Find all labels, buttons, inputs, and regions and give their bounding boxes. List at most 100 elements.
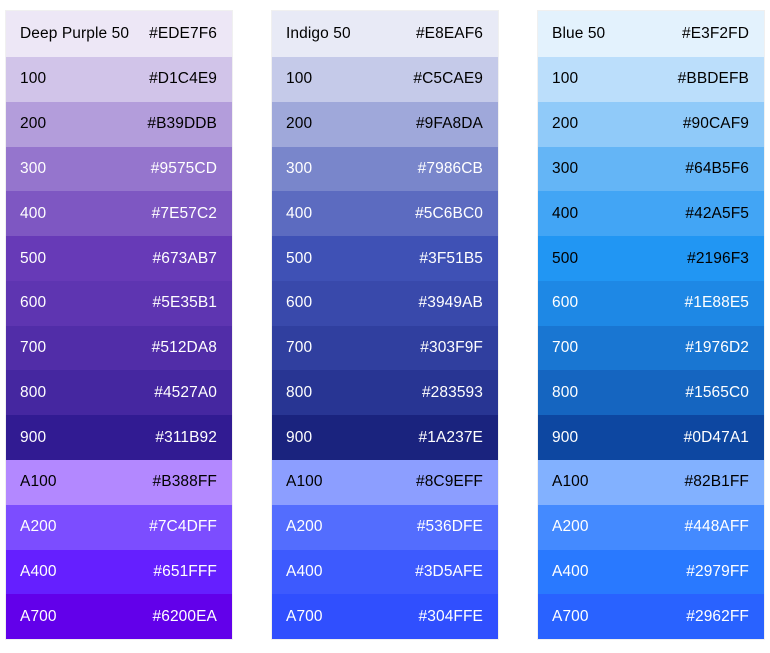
swatch-hex-code: #6200EA <box>152 607 217 625</box>
swatch-shade: 200 <box>20 115 47 133</box>
swatch-shade: 100 <box>20 70 47 88</box>
color-swatch: 900 #0D47A1 <box>538 415 764 460</box>
swatch-shade: 600 <box>20 294 47 312</box>
color-swatch: 200 #9FA8DA <box>272 101 498 147</box>
color-swatch: 700 #512DA8 <box>6 325 232 371</box>
swatch-hex-code: #3D5AFE <box>415 562 483 580</box>
swatch-hex-code: #C5CAE9 <box>413 70 483 88</box>
color-swatch: A200 #7C4DFF <box>6 504 232 550</box>
swatch-hex-code: #311B92 <box>155 428 217 446</box>
swatch-hex-code: #9575CD <box>150 160 217 178</box>
color-swatch: A400 #2979FF <box>538 549 764 595</box>
swatch-hex-code: #4527A0 <box>154 383 217 401</box>
color-swatch: 200 #90CAF9 <box>538 101 764 147</box>
color-swatch: 800 #4527A0 <box>6 370 232 416</box>
swatch-hex-code: #5E35B1 <box>152 294 217 312</box>
swatch-hex-code: #651FFF <box>153 562 217 580</box>
swatch-shade: 200 <box>286 115 313 133</box>
swatch-shade: A700 <box>552 607 589 625</box>
color-swatch: 900 #311B92 <box>6 415 232 460</box>
swatch-shade: A100 <box>286 473 323 491</box>
color-swatch: 700 #1976D2 <box>538 325 764 371</box>
swatch-shade: 300 <box>552 160 579 178</box>
color-swatch: 500 #673AB7 <box>6 236 232 281</box>
swatch-hex-code: #2962FF <box>686 607 749 625</box>
palette-header-swatch: Deep Purple 50 #EDE7F6 <box>6 11 232 58</box>
swatch-shade: 400 <box>552 204 579 222</box>
color-swatch: 100 #D1C4E9 <box>6 57 232 102</box>
swatch-hex-code: #BBDEFB <box>677 70 749 88</box>
swatch-hex-code: #D1C4E9 <box>149 70 217 88</box>
color-swatch: 200 #B39DDB <box>6 101 232 147</box>
color-swatch: 100 #BBDEFB <box>538 57 764 102</box>
swatch-shade: A700 <box>20 607 57 625</box>
swatch-shade: 800 <box>20 383 47 401</box>
swatch-hex-code: #7986CB <box>417 160 483 178</box>
swatch-hex-code: #8C9EFF <box>415 473 483 491</box>
swatch-shade: A200 <box>286 518 323 536</box>
palette-name: Indigo 50 <box>286 25 351 43</box>
color-swatch: 400 #42A5F5 <box>538 191 764 237</box>
swatch-shade: 400 <box>20 204 47 222</box>
color-swatch: 400 #7E57C2 <box>6 191 232 237</box>
palette-blue: Blue 50 #E3F2FD 100 #BBDEFB 200 #90CAF9 300 #64… <box>538 11 764 640</box>
swatch-shade: 200 <box>552 115 579 133</box>
color-swatch: A100 #8C9EFF <box>272 460 498 505</box>
color-swatch: A100 #B388FF <box>6 460 232 505</box>
palette-indigo: Indigo 50 #E8EAF6 100 #C5CAE9 200 #9FA8DA 300 #… <box>272 11 498 640</box>
swatch-shade: 900 <box>20 428 47 446</box>
swatch-hex-code: #536DFE <box>416 518 483 536</box>
swatch-hex-code: #673AB7 <box>152 249 217 267</box>
color-swatch: 800 #283593 <box>272 370 498 416</box>
swatch-shade: 300 <box>286 160 313 178</box>
color-swatch: 500 #2196F3 <box>538 236 764 281</box>
color-swatch: 400 #5C6BC0 <box>272 191 498 237</box>
swatch-shade: 900 <box>552 428 579 446</box>
swatch-hex-code: #3F51B5 <box>419 249 483 267</box>
color-swatch: 700 #303F9F <box>272 325 498 371</box>
swatch-shade: 300 <box>20 160 47 178</box>
color-swatch: 100 #C5CAE9 <box>272 57 498 102</box>
swatch-hex-code: #0D47A1 <box>683 428 749 446</box>
swatch-shade: A400 <box>286 562 323 580</box>
swatch-shade: A400 <box>20 562 57 580</box>
swatch-hex-code: #1A237E <box>418 428 483 446</box>
swatch-hex-code: #7E57C2 <box>151 204 217 222</box>
color-swatch: 900 #1A237E <box>272 415 498 460</box>
palette-header-swatch: Indigo 50 #E8EAF6 <box>272 11 498 58</box>
color-swatch: 300 #7986CB <box>272 146 498 192</box>
swatch-hex-code: #448AFF <box>684 518 749 536</box>
swatch-hex-code: #B39DDB <box>147 115 217 133</box>
color-swatch: 300 #9575CD <box>6 146 232 192</box>
color-swatch: A400 #3D5AFE <box>272 549 498 595</box>
swatch-shade: 400 <box>286 204 313 222</box>
palette-header-swatch: Blue 50 #E3F2FD <box>538 11 764 58</box>
swatch-shade: 600 <box>552 294 579 312</box>
palette-name: Blue 50 <box>552 25 606 43</box>
swatch-hex-code: #283593 <box>421 383 483 401</box>
swatch-hex-code: #90CAF9 <box>682 115 749 133</box>
swatch-shade: 500 <box>20 249 47 267</box>
swatch-hex-code: #512DA8 <box>151 339 217 357</box>
swatch-hex-code: #5C6BC0 <box>415 204 483 222</box>
swatch-shade: 100 <box>286 70 313 88</box>
swatch-hex-code: #1565C0 <box>685 383 749 401</box>
swatch-hex-code: #1E88E5 <box>684 294 749 312</box>
swatch-shade: A200 <box>20 518 57 536</box>
swatch-shade: 500 <box>552 249 579 267</box>
swatch-shade: 700 <box>552 339 579 357</box>
swatch-hex-code: #E3F2FD <box>681 25 749 43</box>
palette-deep-purple: Deep Purple 50 #EDE7F6 100 #D1C4E9 200 #B39DD… <box>6 11 232 640</box>
swatch-hex-code: #304FFE <box>418 607 483 625</box>
swatch-hex-code: #B388FF <box>152 473 217 491</box>
color-swatch: A200 #536DFE <box>272 504 498 550</box>
color-swatch: 600 #3949AB <box>272 280 498 326</box>
swatch-hex-code: #2196F3 <box>687 249 749 267</box>
color-swatch: A400 #651FFF <box>6 549 232 595</box>
swatch-shade: 500 <box>286 249 313 267</box>
color-palettes: Deep Purple 50 #EDE7F6 100 #D1C4E9 200 #B39DD… <box>0 11 770 640</box>
palette-name: Deep Purple 50 <box>20 25 130 43</box>
swatch-hex-code: #3949AB <box>418 294 483 312</box>
swatch-hex-code: #EDE7F6 <box>149 25 217 43</box>
color-swatch: 600 #5E35B1 <box>6 280 232 326</box>
